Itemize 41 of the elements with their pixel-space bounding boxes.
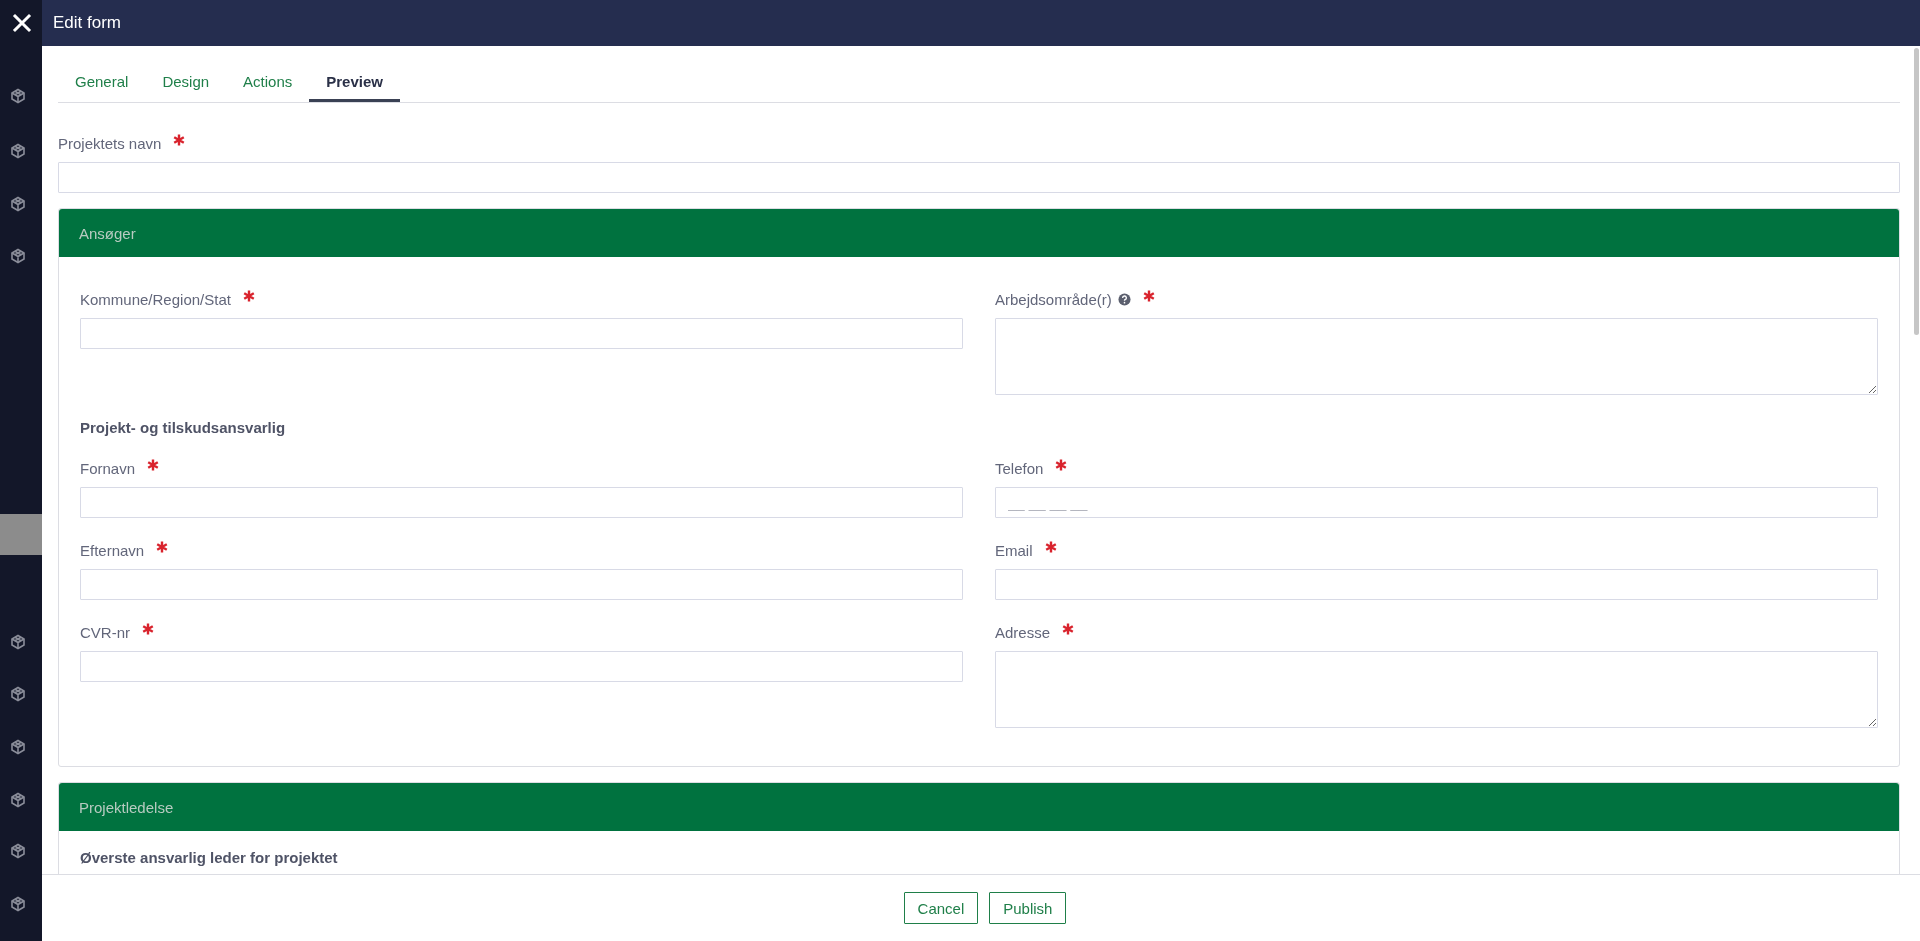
sidebar-highlight	[0, 514, 42, 555]
close-icon[interactable]	[12, 13, 32, 33]
cube-icon[interactable]	[10, 248, 26, 264]
section-title: Ansøger	[79, 224, 136, 242]
subheading: Projekt- og tilskudsansvarlig	[80, 419, 287, 436]
tab[interactable]: Design	[145, 64, 227, 102]
tab[interactable]: Preview	[309, 64, 400, 102]
cube-icon[interactable]	[10, 686, 26, 702]
input-field[interactable]: __ __ __ __	[995, 487, 1878, 518]
tab[interactable]: General	[58, 64, 146, 102]
cube-icon[interactable]	[10, 739, 26, 755]
cube-icon[interactable]	[10, 792, 26, 808]
field-label: Adresse	[995, 623, 1051, 641]
field-label: Fornavn	[80, 459, 136, 477]
field-label: Arbejdsområde(r)	[995, 290, 1112, 308]
tab[interactable]: Actions	[226, 64, 310, 102]
help-icon[interactable]	[1117, 292, 1131, 306]
cube-icon[interactable]	[10, 143, 26, 159]
field-label: Telefon	[995, 459, 1044, 477]
input-field[interactable]	[80, 651, 963, 682]
cube-icon[interactable]	[10, 634, 26, 650]
field-label: Projektets navn	[58, 134, 162, 152]
cancel-button[interactable]: Cancel	[903, 892, 979, 924]
section-title: Projektledelse	[79, 798, 174, 816]
input-field[interactable]	[80, 569, 963, 600]
publish-button[interactable]: Publish	[989, 892, 1067, 924]
cube-icon[interactable]	[10, 843, 26, 859]
cube-icon[interactable]	[10, 196, 26, 212]
field-label: Email	[995, 541, 1033, 559]
cube-icon[interactable]	[10, 896, 26, 912]
window-title: Edit form	[53, 13, 122, 33]
scrollbar[interactable]	[1914, 48, 1919, 335]
input-field[interactable]	[58, 162, 1900, 193]
input-field[interactable]	[80, 487, 963, 518]
field-label: Kommune/Region/Stat	[80, 290, 231, 308]
field-label: Efternavn	[80, 541, 145, 559]
subheading: Øverste ansvarlig leder for projektet	[80, 849, 339, 866]
input-field[interactable]	[80, 318, 963, 349]
field-label: CVR-nr	[80, 623, 130, 641]
cube-icon[interactable]	[10, 88, 26, 104]
input-field[interactable]	[995, 569, 1878, 600]
